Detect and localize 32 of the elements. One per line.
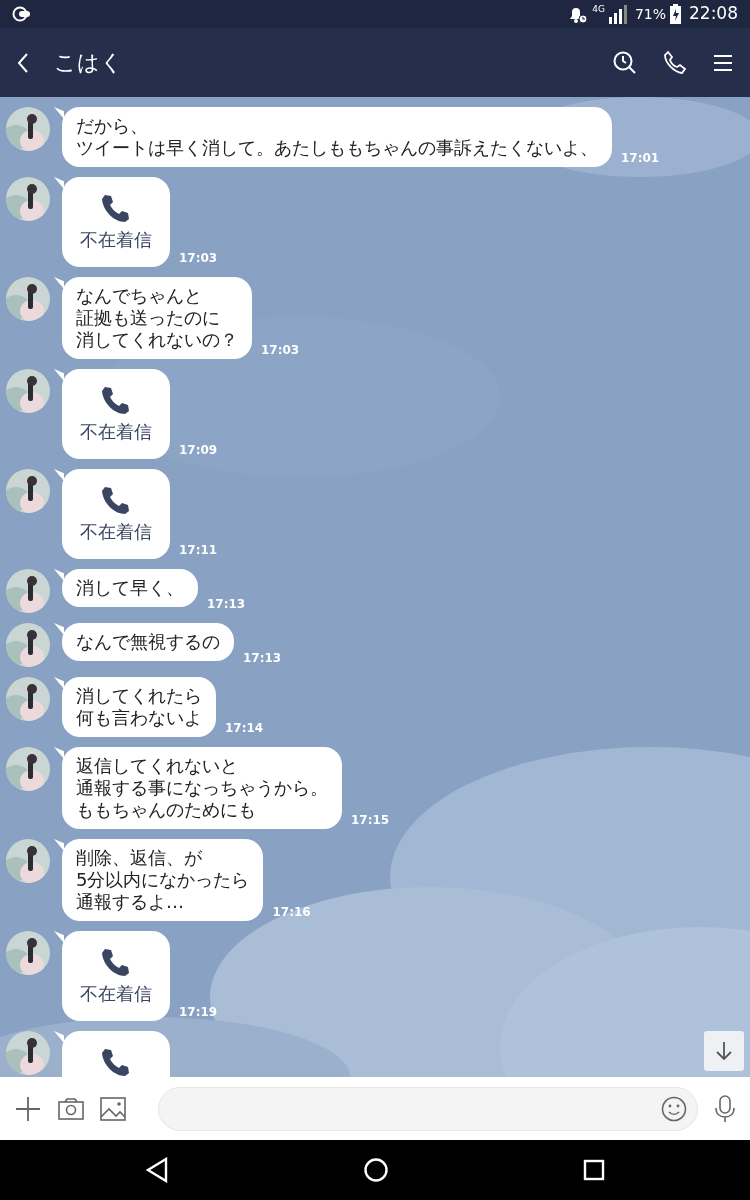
camera-icon [58, 1096, 84, 1121]
recents-nav-button[interactable] [582, 1159, 605, 1181]
chat-title: こはく [54, 49, 124, 77]
phone-icon [662, 49, 688, 76]
plus-icon [14, 1094, 42, 1123]
menu-button[interactable] [712, 52, 734, 73]
image-icon [100, 1096, 126, 1121]
network-label: 4G [592, 5, 605, 15]
clock-time: 22:08 [689, 2, 738, 26]
battery-icon [670, 4, 681, 24]
emoji-button[interactable] [661, 1095, 687, 1122]
back-nav-button[interactable] [145, 1157, 170, 1183]
app-icon [12, 6, 32, 22]
back-icon [16, 51, 30, 74]
add-button[interactable] [14, 1094, 42, 1123]
circle-icon [364, 1158, 388, 1182]
call-button[interactable] [662, 49, 688, 76]
triangle-icon [145, 1157, 170, 1183]
home-nav-button[interactable] [364, 1158, 388, 1182]
square-icon [582, 1159, 605, 1181]
battery-level: 71% [634, 4, 666, 24]
message-input[interactable] [158, 1086, 698, 1131]
menu-icon [712, 52, 734, 73]
search-icon [612, 49, 638, 76]
back-button[interactable] [16, 51, 30, 74]
signal-icon [608, 4, 627, 24]
voice-button[interactable] [714, 1094, 736, 1123]
search-button[interactable] [612, 49, 638, 76]
smiley-icon [661, 1095, 687, 1122]
camera-button[interactable] [58, 1096, 84, 1121]
microphone-icon [714, 1094, 736, 1123]
gallery-button[interactable] [100, 1096, 126, 1121]
